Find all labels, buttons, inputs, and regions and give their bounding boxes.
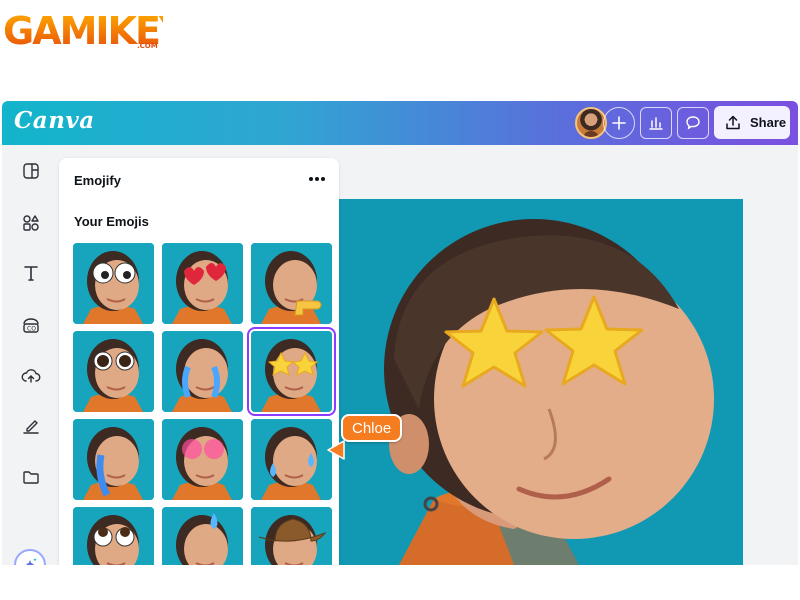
emoji-tile-cowboy-hat[interactable] [251, 507, 332, 565]
collaborator-cursor-icon [327, 440, 345, 460]
svg-text:.COM: .COM [137, 42, 158, 50]
insights-button[interactable] [640, 107, 672, 139]
emoji-thumbnail [73, 507, 154, 565]
emoji-thumbnail [162, 419, 243, 500]
emoji-thumbnail [162, 243, 243, 324]
emoji-tile-googly-eyes[interactable] [73, 243, 154, 324]
left-rail: CO [2, 145, 58, 565]
emoji-thumbnail [73, 243, 154, 324]
emoji-tile-rolling-eyes[interactable] [73, 507, 154, 565]
draw-icon[interactable] [19, 414, 43, 438]
emoji-thumbnail [162, 507, 243, 565]
emoji-thumbnail [251, 243, 332, 324]
uploads-icon[interactable] [19, 364, 43, 388]
emoji-tile-pointing-hand[interactable] [251, 243, 332, 324]
emoji-thumbnail [251, 507, 332, 565]
emoji-tile-tears-streaming[interactable] [73, 419, 154, 500]
emoji-tile-heart-eyes[interactable] [162, 243, 243, 324]
add-collaborator-button[interactable] [603, 107, 635, 139]
edited-photo[interactable] [339, 199, 743, 565]
upload-share-icon [726, 115, 740, 129]
projects-icon[interactable] [19, 465, 43, 489]
emoji-tile-angry-red[interactable] [162, 419, 243, 500]
emoji-thumbnail [162, 331, 243, 412]
gamikey-logo: GAMIKEY .COM [3, 10, 163, 50]
emoji-thumbnail [73, 331, 154, 412]
emoji-tile-sweat-drops[interactable] [251, 419, 332, 500]
svg-text:CO: CO [27, 326, 36, 333]
emoji-thumbnail [251, 419, 332, 500]
canva-logo[interactable]: Canva [14, 107, 95, 134]
canva-window: Canva Share CO Emojify Your Emojis Chloe [2, 101, 798, 565]
add-icon [612, 116, 626, 130]
share-button[interactable]: Share [714, 106, 790, 139]
magic-icon[interactable] [14, 549, 46, 565]
emoji-thumbnail [73, 419, 154, 500]
comment-icon [686, 116, 700, 130]
ellipsis-icon[interactable] [305, 168, 329, 190]
collaborator-name-tag: Chloe [341, 414, 403, 442]
text-icon[interactable] [19, 261, 43, 285]
comments-button[interactable] [677, 107, 709, 139]
elements-icon[interactable] [19, 211, 43, 235]
share-label: Share [750, 115, 787, 130]
emojify-panel: Emojify Your Emojis [59, 158, 339, 565]
section-title: Your Emojis [74, 214, 149, 229]
brand-icon[interactable]: CO [19, 313, 43, 337]
emoji-tile-big-eyes[interactable] [73, 331, 154, 412]
panel-title: Emojify [74, 173, 121, 188]
top-bar: Canva Share [2, 101, 798, 145]
emoji-tile-sweat-drop[interactable] [162, 507, 243, 565]
layout-icon[interactable] [19, 159, 43, 183]
insights-chart-icon [649, 117, 663, 130]
emoji-thumbnail [251, 331, 332, 412]
design-canvas [339, 145, 798, 565]
emoji-tile-star-eyes[interactable] [247, 327, 336, 416]
emoji-tile-crying[interactable] [162, 331, 243, 412]
